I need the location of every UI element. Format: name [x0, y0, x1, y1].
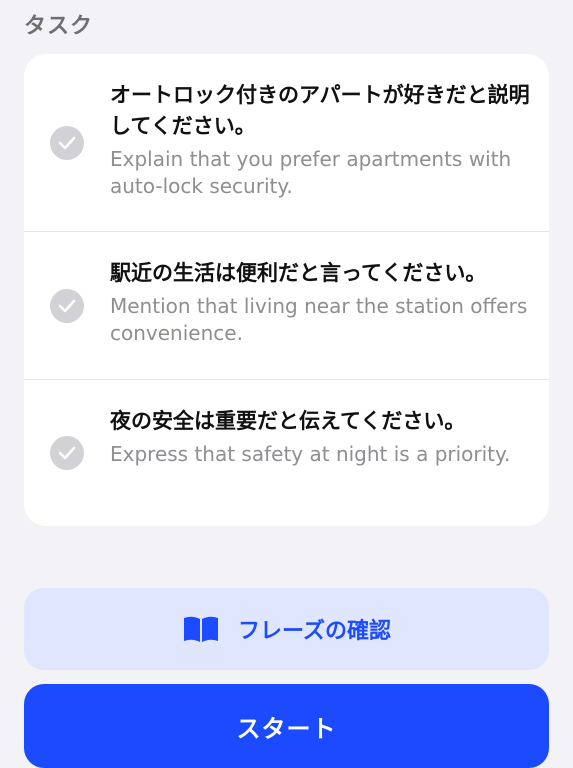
check-circle-icon: [50, 126, 84, 160]
task-item[interactable]: オートロック付きのアパートが好きだと説明してください。 Explain that…: [24, 54, 549, 232]
task-list-card: オートロック付きのアパートが好きだと説明してください。 Explain that…: [24, 54, 549, 526]
check-circle-icon: [50, 436, 84, 470]
task-item[interactable]: 駅近の生活は便利だと言ってください。 Mention that living n…: [24, 232, 549, 380]
open-book-icon: [182, 615, 220, 643]
check-circle-icon: [50, 289, 84, 323]
start-label: スタート: [236, 714, 337, 743]
task-instruction-jp: 夜の安全は重要だと伝えてください。: [110, 409, 466, 433]
start-button[interactable]: スタート: [24, 684, 549, 768]
task-item[interactable]: 夜の安全は重要だと伝えてください。 Express that safety at…: [24, 380, 549, 526]
section-title: タスク: [24, 14, 94, 39]
task-instruction-en: Mention that living near the station off…: [110, 294, 528, 345]
task-instruction-en: Express that safety at night is a priori…: [110, 442, 511, 466]
task-instruction-en: Explain that you prefer apartments with …: [110, 147, 512, 198]
review-phrases-button[interactable]: フレーズの確認: [24, 588, 549, 670]
task-instruction-jp: オートロック付きのアパートが好きだと説明してください。: [110, 83, 530, 138]
task-instruction-jp: 駅近の生活は便利だと言ってください。: [110, 261, 487, 285]
review-phrases-label: フレーズの確認: [238, 619, 391, 644]
